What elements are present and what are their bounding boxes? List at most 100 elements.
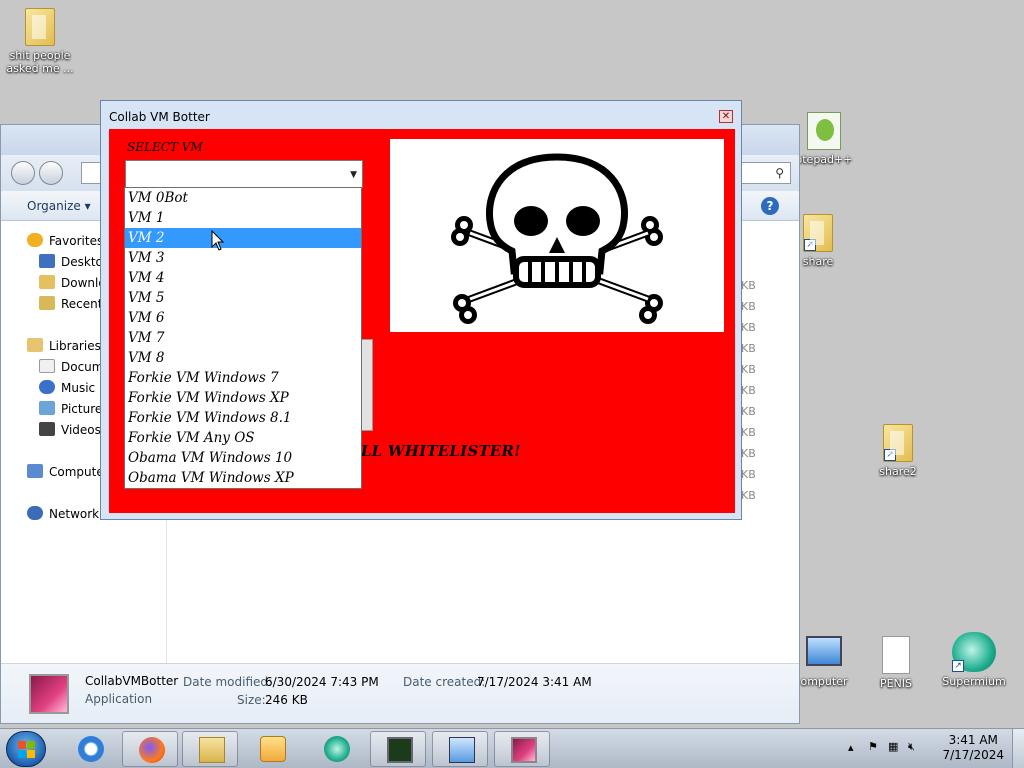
taskbar: ▴ ⚑ ▦ 🔇︎ 3:41 AM 7/17/2024	[0, 728, 1024, 768]
vm-option[interactable]: Forkie VM Windows 7	[125, 368, 361, 388]
star-icon	[27, 233, 43, 247]
vm-dropdown-list: VM 0Bot VM 1 VM 2 VM 3 VM 4 VM 5 VM 6 VM 7 VM 8F…	[124, 187, 362, 489]
vm-option[interactable]: Forkie VM Any OS	[125, 428, 361, 448]
app-icon	[29, 674, 69, 714]
vm-option[interactable]: VM 5	[125, 288, 361, 308]
network-icon[interactable]: ▦	[888, 740, 898, 753]
desktop-icon-share2[interactable]: ↗ share2	[860, 424, 936, 478]
desktop-icon-label: shit people asked me ...	[6, 49, 74, 75]
desktop-icon-label: Supermium	[942, 675, 1006, 688]
nav-libraries[interactable]: Libraries	[27, 336, 101, 356]
forward-button[interactable]	[39, 161, 63, 185]
documents-icon	[39, 359, 55, 373]
file-type: Application	[85, 692, 153, 706]
taskbar-media-player-button[interactable]	[244, 731, 300, 767]
skull-crossbones-icon	[451, 153, 663, 324]
taskbar-supermium-button[interactable]	[308, 731, 364, 767]
show-desktop-button[interactable]	[1012, 729, 1024, 768]
internet-explorer-icon	[78, 736, 104, 762]
vm-option[interactable]: Forkie VM Windows 8.1	[125, 408, 361, 428]
libraries-icon	[27, 338, 43, 352]
start-button[interactable]	[6, 731, 46, 767]
vm-option[interactable]: VM 7	[125, 328, 361, 348]
computer-icon	[27, 464, 43, 478]
music-icon	[39, 380, 55, 394]
skull-image	[390, 139, 724, 332]
date-modified-label: Date modified:	[183, 675, 273, 689]
nav-network[interactable]: Network	[27, 504, 99, 524]
flag-icon[interactable]: ⚑	[868, 740, 878, 753]
nav-music[interactable]: Music	[39, 378, 95, 398]
taskbar-ie-button[interactable]	[62, 731, 118, 767]
file-explorer-icon	[199, 737, 225, 763]
notepad-plus-plus-icon	[807, 112, 841, 150]
date-created-label: Date created:	[403, 675, 486, 689]
size-label: Size:	[237, 693, 266, 707]
desktop-icon-label: PENIS	[879, 677, 913, 690]
size-value: 246 KB	[265, 693, 308, 707]
dialog-title: Collab VM Botter	[109, 110, 210, 124]
nav-videos[interactable]: Videos	[39, 420, 101, 440]
volume-muted-icon[interactable]: 🔇︎	[908, 740, 915, 754]
nav-pictures[interactable]: Pictures	[39, 399, 109, 419]
search-icon: ⚲	[775, 166, 784, 180]
vm-option[interactable]: Forkie VM Windows XP	[125, 388, 361, 408]
vm-option[interactable]: VM 4	[125, 268, 361, 288]
shortcut-arrow-icon: ↗	[952, 660, 964, 672]
folder-icon: ↗	[803, 214, 833, 252]
vm-select-combobox[interactable]: ▼	[125, 160, 363, 188]
desktop-icon	[39, 254, 55, 268]
date-modified-value: 6/30/2024 7:43 PM	[265, 675, 379, 689]
select-vm-label: SELECT VM	[127, 140, 203, 154]
network-icon	[27, 506, 43, 520]
whitelister-label: ALL WHITELISTER!	[349, 442, 521, 460]
vm-option[interactable]: VM 2	[125, 228, 361, 248]
folder-icon: ↗	[883, 424, 913, 462]
vm-option[interactable]: Obama VM Windows 10	[125, 448, 361, 468]
downloads-icon	[39, 275, 55, 289]
help-icon[interactable]: ?	[761, 197, 779, 215]
desktop-icon-penis[interactable]: PENIS	[858, 636, 934, 690]
taskbar-firefox-button[interactable]	[122, 731, 178, 767]
back-button[interactable]	[11, 161, 35, 185]
app-icon	[511, 737, 537, 763]
vm-option[interactable]: VM 8	[125, 348, 361, 368]
desktop-icon-supermium[interactable]: ↗ Supermium	[936, 632, 1012, 688]
chevron-down-icon[interactable]: ▼	[350, 170, 357, 180]
nav-downloads[interactable]: Downlo	[39, 273, 106, 293]
shortcut-arrow-icon: ↗	[804, 239, 816, 251]
supermium-icon	[324, 736, 350, 762]
taskbar-clock[interactable]: 3:41 AM 7/17/2024	[942, 733, 1004, 763]
mouse-cursor-icon	[211, 230, 225, 251]
taskbar-explorer-button[interactable]	[182, 731, 238, 767]
taskbar-control-panel-button[interactable]	[432, 731, 488, 767]
shortcut-arrow-icon: ↗	[884, 449, 896, 461]
close-icon[interactable]: ✕	[719, 110, 733, 123]
clock-time: 3:41 AM	[948, 733, 998, 747]
videos-icon	[39, 422, 55, 436]
control-panel-icon	[449, 737, 475, 763]
chevron-up-icon[interactable]: ▴	[848, 741, 854, 754]
file-size-column: KB KB KB KB KB KB KB KB KB KB KB	[741, 279, 756, 502]
organize-button[interactable]: Organize ▾	[27, 199, 91, 213]
text-file-icon	[882, 636, 910, 674]
clock-date: 7/17/2024	[942, 748, 1004, 762]
taskbar-collabvmbotter-button[interactable]	[494, 731, 550, 767]
date-created-value: 7/17/2024 3:41 AM	[477, 675, 592, 689]
taskbar-task-manager-button[interactable]	[370, 731, 426, 767]
vm-option[interactable]: VM 1	[125, 208, 361, 228]
nav-computer[interactable]: Compute	[27, 462, 104, 482]
desktop-icon-folder[interactable]: shit people asked me ...	[2, 8, 78, 75]
file-name: CollabVMBotter	[85, 674, 179, 688]
vm-option[interactable]: Obama VM Windows XP	[125, 468, 361, 488]
pictures-icon	[39, 401, 55, 415]
desktop-icon-label: share2	[879, 465, 917, 478]
vm-option[interactable]: VM 6	[125, 308, 361, 328]
media-player-icon	[260, 736, 286, 762]
windows-logo-icon	[18, 741, 36, 759]
supermium-icon: ↗	[952, 632, 996, 672]
vm-option[interactable]: VM 0Bot	[125, 188, 361, 208]
vm-option[interactable]: VM 3	[125, 248, 361, 268]
recent-places-icon	[39, 296, 55, 310]
nav-favorites[interactable]: Favorites	[27, 231, 103, 251]
